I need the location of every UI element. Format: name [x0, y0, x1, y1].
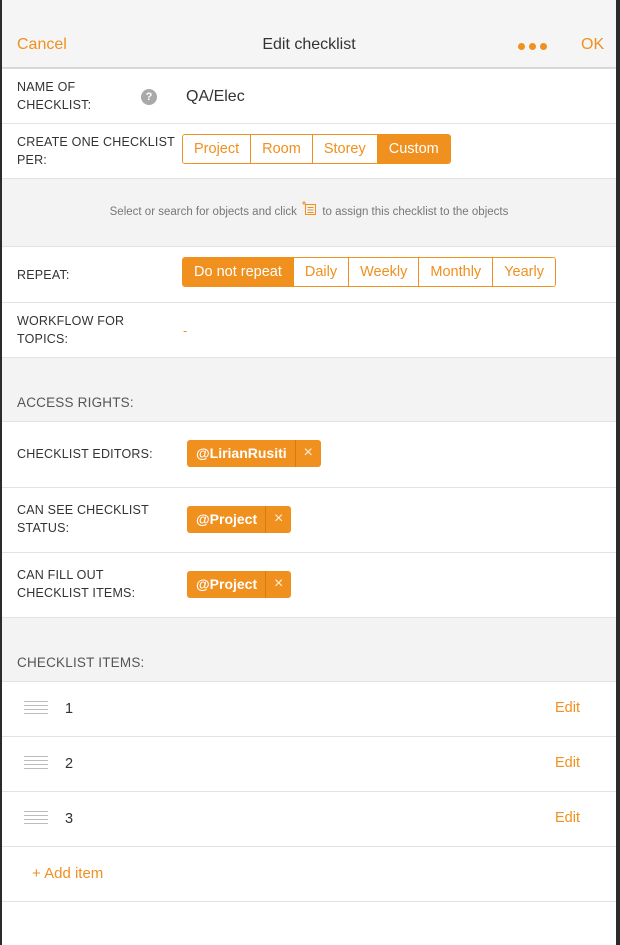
- checklist-items-header: CHECKLIST ITEMS:: [2, 618, 616, 682]
- editors-row: CHECKLIST EDITORS: @LirianRusiti ×: [2, 422, 616, 488]
- fill-chip-label: @Project: [187, 571, 267, 598]
- repeat-selector: Do not repeat Daily Weekly Monthly Yearl…: [182, 257, 556, 287]
- remove-fill-icon[interactable]: ×: [266, 571, 291, 598]
- item-number: 3: [65, 811, 74, 827]
- access-rights-header: ACCESS RIGHTS:: [2, 358, 616, 422]
- item-number: 1: [65, 701, 74, 717]
- name-label-line1: NAME OF: [17, 80, 76, 94]
- edit-item-button[interactable]: Edit: [555, 700, 580, 716]
- remove-status-icon[interactable]: ×: [266, 506, 291, 533]
- fill-label-line1: CAN FILL OUT: [17, 568, 104, 582]
- repeat-option-weekly[interactable]: Weekly: [349, 258, 420, 286]
- remove-editor-icon[interactable]: ×: [296, 440, 321, 467]
- workflow-label-line1: WORKFLOW FOR: [17, 314, 125, 328]
- editor-chip: @LirianRusiti ×: [187, 440, 321, 467]
- status-row: CAN SEE CHECKLIST STATUS: @Project ×: [2, 488, 616, 553]
- per-option-project[interactable]: Project: [183, 135, 252, 163]
- ok-button[interactable]: OK: [581, 36, 604, 54]
- per-selector: Project Room Storey Custom: [182, 134, 451, 164]
- fill-row: CAN FILL OUT CHECKLIST ITEMS: @Project ×: [2, 553, 616, 618]
- per-option-custom[interactable]: Custom: [377, 135, 450, 163]
- help-icon[interactable]: ?: [141, 89, 157, 105]
- more-options-icon[interactable]: [516, 40, 550, 52]
- list-item: 1 Edit: [2, 682, 616, 737]
- name-row: NAME OF CHECKLIST: ? QA/Elec: [2, 69, 616, 124]
- assign-hint: Select or search for objects and click t…: [2, 201, 616, 218]
- per-row: CREATE ONE CHECKLIST PER: Project Room S…: [2, 124, 616, 179]
- name-label-line2: CHECKLIST:: [17, 98, 92, 112]
- list-item: 3 Edit: [2, 792, 616, 847]
- workflow-row: WORKFLOW FOR TOPICS: -: [2, 303, 616, 358]
- status-chip-label: @Project: [187, 506, 267, 533]
- add-item-row: + Add item: [2, 847, 616, 902]
- drag-handle-icon[interactable]: [24, 701, 48, 717]
- editor-chip-label: @LirianRusiti: [187, 440, 296, 467]
- hint-text-after: to assign this checklist to the objects: [322, 206, 509, 218]
- workflow-label-line2: TOPICS:: [17, 332, 69, 346]
- repeat-option-daily[interactable]: Daily: [293, 258, 350, 286]
- repeat-option-none[interactable]: Do not repeat: [183, 258, 294, 286]
- status-chip: @Project ×: [187, 506, 292, 533]
- edit-item-button[interactable]: Edit: [555, 755, 580, 771]
- repeat-option-monthly[interactable]: Monthly: [419, 258, 494, 286]
- bottom-spacer: [2, 902, 616, 945]
- add-item-button[interactable]: + Add item: [32, 865, 103, 882]
- per-label-line1: CREATE ONE CHECKLIST: [17, 135, 175, 149]
- assign-list-icon: [302, 201, 317, 215]
- repeat-row: REPEAT: Do not repeat Daily Weekly Month…: [2, 247, 616, 303]
- assign-hint-area: Select or search for objects and click t…: [2, 179, 616, 247]
- repeat-option-yearly[interactable]: Yearly: [493, 258, 555, 286]
- fill-label-line2: CHECKLIST ITEMS:: [17, 586, 136, 600]
- item-number: 2: [65, 756, 74, 772]
- drag-handle-icon[interactable]: [24, 756, 48, 772]
- status-label-line1: CAN SEE CHECKLIST: [17, 503, 149, 517]
- edit-checklist-panel: Cancel Edit checklist OK NAME OF CHECKLI…: [2, 0, 616, 945]
- checklist-items-title: CHECKLIST ITEMS:: [17, 655, 145, 670]
- fill-chip: @Project ×: [187, 571, 292, 598]
- workflow-value[interactable]: -: [183, 323, 187, 338]
- per-label-line2: PER:: [17, 153, 47, 167]
- drag-handle-icon[interactable]: [24, 811, 48, 827]
- repeat-label: REPEAT:: [17, 268, 70, 282]
- access-rights-title: ACCESS RIGHTS:: [17, 395, 134, 410]
- status-label-line2: STATUS:: [17, 521, 70, 535]
- list-item: 2 Edit: [2, 737, 616, 792]
- per-option-room[interactable]: Room: [251, 135, 313, 163]
- header-bar: Cancel Edit checklist OK: [2, 0, 616, 68]
- hint-text-before: Select or search for objects and click: [109, 206, 297, 218]
- per-option-storey[interactable]: Storey: [312, 135, 378, 163]
- edit-item-button[interactable]: Edit: [555, 810, 580, 826]
- checklist-name-field[interactable]: QA/Elec: [186, 88, 245, 106]
- editors-label: CHECKLIST EDITORS:: [17, 447, 153, 461]
